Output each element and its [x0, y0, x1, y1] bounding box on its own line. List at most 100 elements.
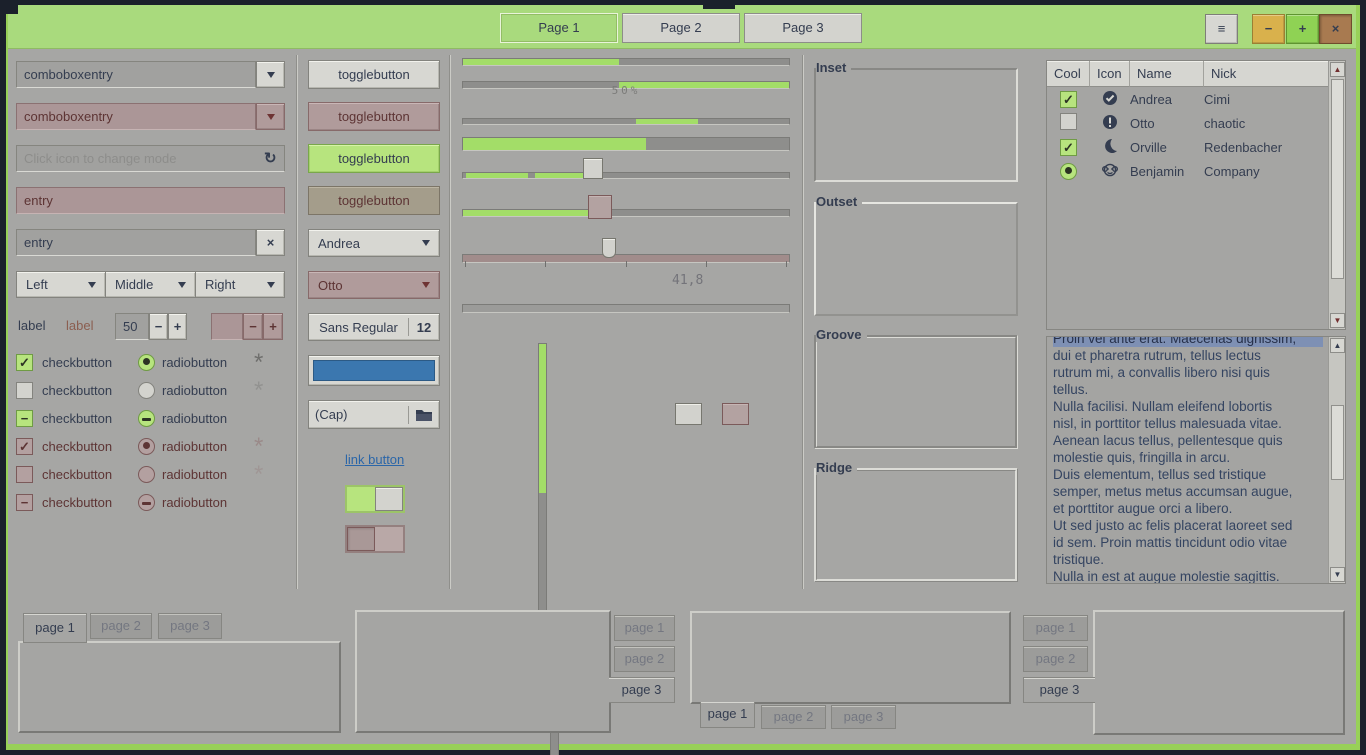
scroll-up-arrow[interactable]: ▲ — [1330, 338, 1345, 353]
togglebutton-label: togglebutton — [338, 193, 410, 208]
font-button[interactable]: Sans Regular 12 — [308, 313, 440, 341]
column-header-cool[interactable]: Cool — [1047, 61, 1090, 87]
mode-entry[interactable] — [16, 145, 285, 172]
text-line: rutrum mi, a convallis libero nisi quis — [1053, 364, 1323, 381]
scrollbar-thumb[interactable] — [1331, 405, 1344, 480]
progressbar-ltr — [462, 58, 790, 66]
text-line: Ut sed justo ac felis placerat laoreet s… — [1053, 517, 1323, 534]
notebook3-tab-page2[interactable]: page 2 — [761, 705, 826, 729]
switch-knob — [375, 487, 403, 511]
slider-handle[interactable] — [583, 158, 603, 179]
file-chooser-button[interactable]: (Cap) — [308, 400, 440, 429]
spinner-icon: * — [254, 468, 263, 482]
row-checkbox-unchecked[interactable] — [1060, 113, 1077, 130]
notebook1-tab-page1[interactable]: page 1 — [23, 613, 87, 643]
titlebar-tab-page3[interactable]: Page 3 — [744, 13, 862, 43]
table-scrollbar[interactable]: ▲ ▼ — [1328, 61, 1345, 329]
text-line: tristique. — [1053, 551, 1323, 568]
chevron-down-icon — [267, 114, 275, 120]
table-row[interactable]: ✓ Andrea Cimi — [1047, 87, 1345, 111]
main-panel: ↻ × Left Middle Right label label 50 − +… — [8, 49, 1356, 743]
textview[interactable]: Proin vel ante erat. Maecenas dignissim,… — [1046, 336, 1346, 584]
monkey-face-icon — [1102, 162, 1118, 178]
radio-mixed[interactable] — [138, 410, 155, 427]
radio-unselected[interactable] — [138, 382, 155, 399]
slider-marks-track[interactable] — [462, 304, 790, 313]
checkbutton-label[interactable]: checkbutton — [42, 411, 112, 426]
close-button[interactable]: × — [1319, 14, 1352, 44]
table-row[interactable]: Otto chaotic — [1047, 111, 1345, 135]
plus-icon: + — [174, 319, 182, 334]
slider-track[interactable] — [462, 209, 790, 217]
scale-mark — [465, 261, 466, 267]
titlebar-tab-page2[interactable]: Page 2 — [622, 13, 740, 43]
titlebar-tab-page1[interactable]: Page 1 — [500, 13, 618, 43]
textview-scrollbar[interactable]: ▲ ▼ — [1328, 337, 1345, 583]
table-row[interactable]: Benjamin Company — [1047, 159, 1345, 183]
radio-selected[interactable] — [138, 354, 155, 371]
switch-on[interactable] — [345, 485, 405, 513]
notebook2-tab-page2[interactable]: page 2 — [614, 646, 675, 672]
checkbox-unchecked[interactable] — [16, 382, 33, 399]
notebook2-tab-page1[interactable]: page 1 — [614, 615, 675, 641]
combobox-left[interactable]: Left — [16, 271, 106, 298]
maximize-button[interactable]: + — [1286, 14, 1319, 44]
checkbutton-label[interactable]: checkbutton — [42, 383, 112, 398]
spinbutton-plus-button[interactable]: + — [168, 313, 187, 340]
radiobutton-label[interactable]: radiobutton — [162, 355, 227, 370]
color-button[interactable] — [308, 355, 440, 386]
refresh-icon[interactable]: ↻ — [264, 149, 277, 167]
comboboxentry-input[interactable] — [16, 61, 256, 88]
combobox-right[interactable]: Right — [195, 271, 285, 298]
togglebutton-normal[interactable]: togglebutton — [308, 60, 440, 89]
column-header-nick[interactable]: Nick — [1204, 61, 1328, 87]
radio-dot — [143, 442, 150, 449]
checkbox-checked[interactable]: ✓ — [16, 354, 33, 371]
clear-entry-button[interactable]: × — [256, 229, 285, 256]
notebook2-tab-page3[interactable]: page 3 — [609, 677, 675, 703]
table-row[interactable]: ✓ Orville Redenbacher — [1047, 135, 1345, 159]
scroll-up-arrow[interactable]: ▲ — [1330, 62, 1345, 77]
scroll-down-arrow[interactable]: ▼ — [1330, 567, 1345, 582]
checkbutton-label[interactable]: checkbutton — [42, 355, 112, 370]
row-radio-selected[interactable] — [1060, 163, 1077, 180]
text-line: tellus. — [1053, 381, 1323, 398]
spinbutton-value[interactable]: 50 — [115, 313, 149, 340]
desktop-slit-top — [703, 0, 735, 9]
titlebar[interactable]: Page 1 Page 2 Page 3 ≡ − + × — [8, 5, 1356, 49]
minimize-button[interactable]: − — [1252, 14, 1285, 44]
notebook1-tab-page2[interactable]: page 2 — [90, 613, 152, 639]
slider-marks-handle[interactable] — [602, 238, 616, 258]
text-line: Duis elementum, tellus sed tristique — [1053, 466, 1323, 483]
notebook3-tab-page1[interactable]: page 1 — [700, 702, 755, 728]
plus-icon: + — [269, 319, 277, 334]
notebook4-tab-page3[interactable]: page 3 — [1023, 677, 1095, 703]
widget-factory-window: Page 1 Page 2 Page 3 ≡ − + × ↻ × Left Mi… — [6, 5, 1360, 750]
column-header-icon[interactable]: Icon — [1090, 61, 1130, 87]
spinbutton-minus-button[interactable]: − — [149, 313, 168, 340]
notebook4-tab-page2[interactable]: page 2 — [1023, 646, 1088, 672]
spinner-icon: * — [254, 356, 263, 370]
combobox-andrea[interactable]: Andrea — [308, 229, 440, 257]
scrollbar-thumb[interactable] — [1331, 79, 1344, 279]
notebook3-tab-page3[interactable]: page 3 — [831, 705, 896, 729]
row-checkbox-checked[interactable]: ✓ — [1060, 91, 1077, 108]
entry[interactable] — [16, 229, 256, 256]
radiobutton-label[interactable]: radiobutton — [162, 411, 227, 426]
text-line: Nulla facilisi. Nullam eleifend lobortis — [1053, 398, 1323, 415]
notebook4-tab-page1[interactable]: page 1 — [1023, 615, 1088, 641]
menu-button[interactable]: ≡ — [1205, 14, 1238, 44]
combobox-middle[interactable]: Middle — [105, 271, 196, 298]
column-header-name[interactable]: Name — [1130, 61, 1204, 87]
checkbox-mixed[interactable]: − — [16, 410, 33, 427]
row-checkbox-checked[interactable]: ✓ — [1060, 139, 1077, 156]
togglebutton-active[interactable]: togglebutton — [308, 144, 440, 173]
comboboxentry-dropdown-button[interactable] — [256, 61, 285, 88]
cell-name: Orville — [1130, 140, 1204, 155]
scroll-down-arrow[interactable]: ▼ — [1330, 313, 1345, 328]
radiobutton-label[interactable]: radiobutton — [162, 383, 227, 398]
minus-icon: − — [155, 319, 163, 334]
notebook1-tab-page3[interactable]: page 3 — [158, 613, 222, 639]
link-button[interactable]: link button — [345, 452, 404, 467]
vertical-slider-handle[interactable] — [675, 403, 702, 425]
